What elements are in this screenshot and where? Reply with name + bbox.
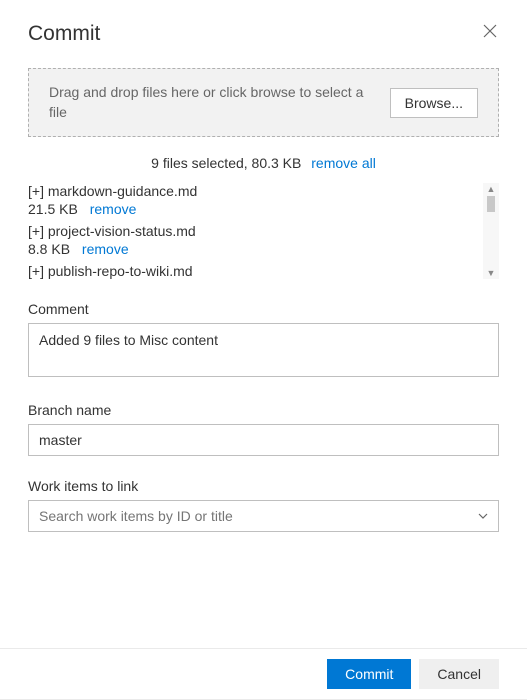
dialog-title: Commit <box>28 22 100 46</box>
scroll-up-icon[interactable]: ▲ <box>487 183 496 195</box>
files-summary: 9 files selected, 80.3 KB remove all <box>28 155 499 171</box>
dropzone[interactable]: Drag and drop files here or click browse… <box>28 68 499 137</box>
branch-name-input[interactable] <box>28 424 499 456</box>
workitems-label: Work items to link <box>28 478 499 494</box>
list-item: [+] project-vision-status.md 8.8 KB remo… <box>28 223 499 257</box>
files-summary-text: 9 files selected, 80.3 KB <box>151 155 301 171</box>
scroll-down-icon[interactable]: ▼ <box>487 267 496 279</box>
remove-file-link[interactable]: remove <box>90 201 137 217</box>
dialog-footer: Commit Cancel <box>0 648 527 700</box>
file-size: 8.8 KB <box>28 241 70 257</box>
remove-all-link[interactable]: remove all <box>311 155 376 171</box>
dropzone-text: Drag and drop files here or click browse… <box>49 83 370 122</box>
comment-label: Comment <box>28 301 499 317</box>
close-icon[interactable] <box>483 24 499 40</box>
file-name: [+] publish-repo-to-wiki.md <box>28 263 499 279</box>
file-name: [+] project-vision-status.md <box>28 223 499 239</box>
file-list: [+] markdown-guidance.md 21.5 KB remove … <box>28 183 499 279</box>
scroll-thumb[interactable] <box>487 196 495 212</box>
cancel-button[interactable]: Cancel <box>419 659 499 689</box>
comment-input[interactable] <box>28 323 499 377</box>
file-size: 21.5 KB <box>28 201 78 217</box>
scrollbar[interactable]: ▲ ▼ <box>483 183 499 279</box>
remove-file-link[interactable]: remove <box>82 241 129 257</box>
file-name: [+] markdown-guidance.md <box>28 183 499 199</box>
list-item: [+] markdown-guidance.md 21.5 KB remove <box>28 183 499 217</box>
commit-button[interactable]: Commit <box>327 659 411 689</box>
branch-label: Branch name <box>28 402 499 418</box>
browse-button[interactable]: Browse... <box>390 88 478 118</box>
list-item: [+] publish-repo-to-wiki.md <box>28 263 499 279</box>
workitems-search-input[interactable] <box>28 500 499 532</box>
